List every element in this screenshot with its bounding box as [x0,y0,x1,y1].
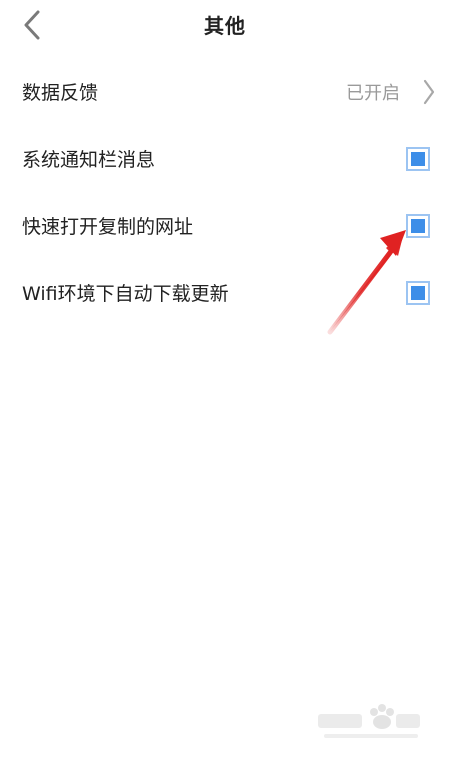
setting-row-notification-messages: 系统通知栏消息 [0,125,450,192]
settings-list: 数据反馈 已开启 系统通知栏消息 快速打开复制的网址 Wifi环境下自动下载更新 [0,58,450,326]
setting-label: Wifi环境下自动下载更新 [22,283,229,305]
page-title: 其他 [204,14,246,38]
watermark-logo-icon [318,704,420,738]
notification-messages-checkbox[interactable] [406,147,430,171]
quick-open-url-checkbox[interactable] [406,214,430,238]
setting-label: 系统通知栏消息 [22,149,156,171]
setting-row-data-feedback[interactable]: 数据反馈 已开启 [0,58,450,125]
wifi-auto-update-checkbox[interactable] [406,281,430,305]
setting-label: 数据反馈 [22,82,99,104]
checkbox-checked-fill [411,219,425,233]
setting-value: 已开启 [346,83,400,104]
header-bar: 其他 [0,0,450,50]
setting-row-wifi-auto-update: Wifi环境下自动下载更新 [0,259,450,326]
checkbox-checked-fill [411,152,425,166]
setting-label: 快速打开复制的网址 [22,216,194,238]
checkbox-checked-fill [411,286,425,300]
chevron-right-icon [423,79,435,105]
setting-row-quick-open-url: 快速打开复制的网址 [0,192,450,259]
